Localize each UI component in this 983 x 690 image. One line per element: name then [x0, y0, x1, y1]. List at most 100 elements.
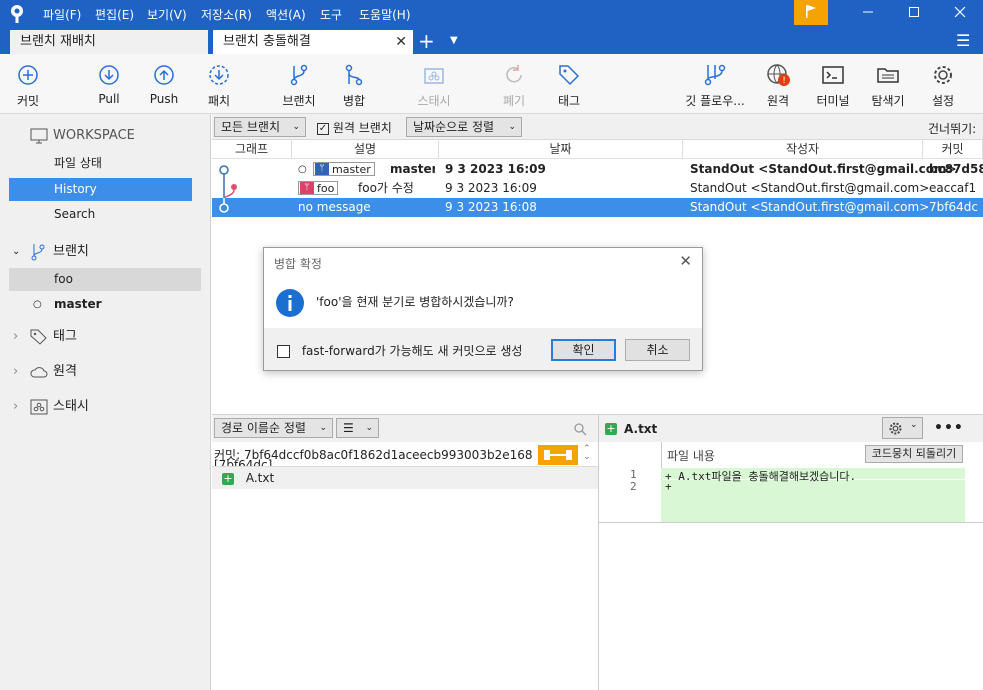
chevron-down-icon: ⌄: [508, 122, 516, 132]
sidebar-item-history[interactable]: History: [9, 178, 192, 201]
commit-hash: bc87d58: [929, 162, 983, 176]
dialog-footer: fast-forward가 가능해도 새 커밋으로 생성 확인 취소: [264, 328, 702, 370]
maximize-button[interactable]: [891, 0, 937, 28]
search-icon[interactable]: [573, 422, 587, 436]
tab-label: 브랜치 재배치: [20, 34, 96, 49]
confirm-button[interactable]: 확인: [551, 339, 616, 361]
jump-to-label: 건너뛰기:: [928, 122, 977, 136]
col-commit[interactable]: 커밋: [923, 140, 983, 159]
commit-description: master: [390, 162, 435, 176]
arrow-down-circle-icon: [99, 65, 119, 85]
scroll-down-icon[interactable]: ⌄: [583, 452, 591, 462]
push-button[interactable]: Push: [134, 62, 194, 106]
close-icon: [954, 6, 966, 18]
dialog-close-icon[interactable]: ✕: [679, 252, 692, 270]
col-author[interactable]: 작성자: [683, 140, 923, 159]
menu-hamburger-icon[interactable]: ☰: [956, 28, 970, 54]
file-sort-dropdown[interactable]: 경로 이름순 정렬 ⌄: [214, 418, 333, 438]
remote-branches-checkbox[interactable]: ✓ 원격 브랜치: [317, 119, 392, 136]
remotes-header[interactable]: › 원격: [0, 360, 211, 384]
tab-list-chevron-down-icon[interactable]: ▼: [450, 28, 458, 54]
sourcetree-logo-icon: [11, 5, 23, 23]
add-tab-button[interactable]: +: [418, 28, 435, 54]
cloud-icon: [30, 367, 48, 378]
menu-actions[interactable]: 액션(A): [266, 6, 306, 23]
terminal-button[interactable]: 터미널: [803, 62, 863, 109]
tag-button[interactable]: 태그: [539, 62, 599, 109]
commit-row-selected[interactable]: no message 9 3 2023 16:08 StandOut <Stan…: [212, 198, 983, 217]
stash-header[interactable]: › 스태시: [0, 395, 211, 419]
arrow-up-circle-icon: [154, 65, 174, 85]
commit-author: StandOut <StandOut.first@gmail.com>: [690, 200, 930, 214]
explorer-button[interactable]: 탐색기: [858, 62, 918, 109]
discard-button[interactable]: 폐기: [484, 62, 544, 109]
fast-forward-checkbox[interactable]: fast-forward가 가능해도 새 커밋으로 생성: [277, 342, 522, 359]
diff-options-dropdown[interactable]: ⌄: [882, 417, 923, 439]
commit-row[interactable]: ᛘ foo foo가 수정 9 3 2023 16:09 StandOut <S…: [212, 179, 983, 198]
commit-id-partial: [7bf64dc]: [214, 459, 273, 466]
stash-button[interactable]: 스태시: [404, 62, 464, 109]
more-options-icon[interactable]: •••: [934, 420, 964, 436]
branch-filter-dropdown[interactable]: 모든 브랜치 ⌄: [214, 117, 306, 137]
menu-help[interactable]: 도움말(H): [359, 6, 411, 23]
branch-tag-foo: ᛘ foo: [298, 179, 339, 198]
file-row[interactable]: + A.txt: [212, 467, 598, 489]
tags-header[interactable]: › 태그: [0, 325, 211, 349]
discard-icon: [506, 65, 522, 83]
settings-button[interactable]: 설정: [913, 62, 973, 109]
menu-view[interactable]: 보기(V): [147, 6, 187, 23]
sidebar-branch-foo[interactable]: foo: [9, 268, 201, 291]
git-flow-button[interactable]: 깃 플로우...: [685, 62, 745, 109]
gear-icon: [934, 66, 952, 84]
checkbox-unchecked-icon: [277, 345, 290, 358]
sidebar-item-search[interactable]: Search: [9, 203, 192, 226]
fetch-button[interactable]: 패치: [189, 62, 249, 109]
tab-rebase-branch[interactable]: 브랜치 재배치: [10, 30, 208, 54]
remote-button[interactable]: ! 원격: [748, 62, 808, 109]
tab-branch-conflict[interactable]: 브랜치 충돌해결 ✕: [213, 30, 413, 54]
info-icon: [276, 289, 304, 317]
minimize-button[interactable]: [845, 0, 891, 28]
dialog-title: 병합 확정: [274, 257, 322, 271]
main-toolbar: 커밋 Pull Push 패치 브랜치 병합 스태시 폐기 태그 깃 플로우..…: [0, 54, 983, 114]
file-name: A.txt: [245, 471, 275, 485]
tab-label: 브랜치 충돌해결: [223, 34, 311, 49]
gear-icon: [889, 422, 902, 435]
close-window-button[interactable]: [937, 0, 983, 28]
merge-confirm-dialog: 병합 확정 ✕ 'foo'을 현재 분기로 병합하시겠습니까? fast-for…: [263, 247, 703, 371]
file-list-toolbar: 경로 이름순 정렬 ⌄ ☰ ⌄: [212, 414, 598, 442]
menu-tools[interactable]: 도구: [320, 6, 342, 23]
maximize-icon: [909, 7, 919, 17]
menu-edit[interactable]: 편집(E): [95, 6, 134, 23]
minimize-icon: [863, 11, 873, 13]
commit-button[interactable]: 커밋: [0, 62, 58, 109]
revert-hunk-button[interactable]: 코드뭉치 되돌리기: [865, 445, 963, 463]
branches-header[interactable]: ⌄ 브랜치: [0, 240, 211, 264]
menu-repository[interactable]: 저장소(R): [201, 6, 252, 23]
merge-button[interactable]: 병합: [324, 62, 384, 109]
plus-circle-icon: [18, 65, 38, 85]
cancel-button[interactable]: 취소: [625, 339, 690, 361]
branch-button[interactable]: 브랜치: [269, 62, 329, 109]
sort-dropdown[interactable]: 날짜순으로 정렬 ⌄: [406, 117, 522, 137]
fetch-dashed-circle-icon: [209, 65, 229, 85]
sidebar-item-file-status[interactable]: 파일 상태: [9, 152, 192, 175]
chevron-down-icon: ⌄: [910, 420, 918, 430]
sidebar-branch-master[interactable]: ○ master: [9, 293, 192, 316]
flag-button[interactable]: [794, 0, 828, 25]
col-graph[interactable]: 그래프: [212, 140, 292, 159]
merge-icon: [345, 64, 363, 86]
line-number: 2: [630, 480, 637, 493]
col-description[interactable]: 설명: [292, 140, 439, 159]
pull-button[interactable]: Pull: [79, 62, 139, 106]
commit-row[interactable]: ○ ᛘ master master 9 3 2023 16:09 StandOu…: [212, 160, 983, 179]
tab-close-icon[interactable]: ✕: [395, 30, 407, 54]
commit-date: 9 3 2023 16:08: [445, 200, 537, 214]
col-date[interactable]: 날짜: [439, 140, 683, 159]
chevron-right-icon: ›: [13, 329, 19, 344]
menu-file[interactable]: 파일(F): [43, 6, 81, 23]
list-icon: ☰: [343, 421, 354, 435]
view-mode-dropdown[interactable]: ☰ ⌄: [336, 418, 379, 438]
chevron-down-icon: ⌄: [319, 423, 327, 433]
file-added-icon: +: [222, 471, 234, 485]
